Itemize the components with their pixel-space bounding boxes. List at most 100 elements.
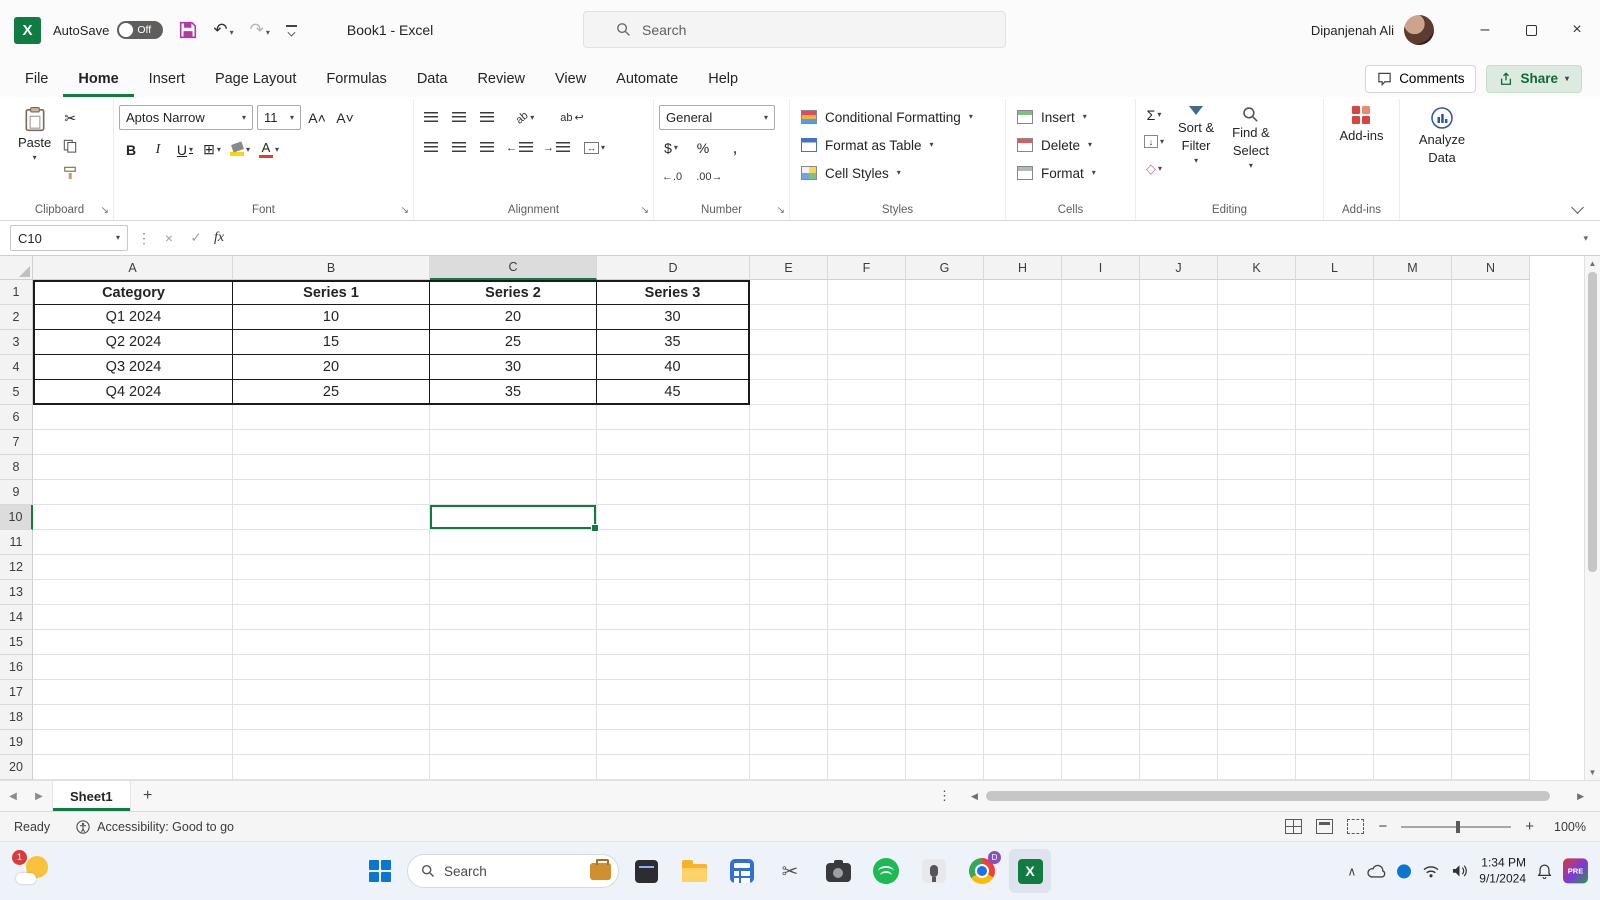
tab-view[interactable]: View — [540, 60, 601, 97]
save-button[interactable] — [179, 21, 197, 39]
align-right-button[interactable] — [475, 136, 499, 159]
row-header-20[interactable]: 20 — [0, 755, 33, 780]
cell-H6[interactable] — [984, 405, 1062, 430]
cell-J3[interactable] — [1140, 330, 1218, 355]
cell-H10[interactable] — [984, 505, 1062, 530]
wifi-icon[interactable] — [1422, 864, 1440, 878]
number-dialog-launcher-icon[interactable]: ↘ — [777, 205, 785, 216]
cell-I1[interactable] — [1062, 280, 1140, 305]
bold-button[interactable]: B — [119, 138, 143, 161]
cell-N11[interactable] — [1452, 530, 1530, 555]
taskbar-search-box[interactable]: Search — [407, 854, 619, 888]
cell-D1[interactable]: Series 3 — [597, 280, 750, 305]
cell-G7[interactable] — [906, 430, 984, 455]
cell-E4[interactable] — [750, 355, 828, 380]
cell-E15[interactable] — [750, 630, 828, 655]
cell-J20[interactable] — [1140, 755, 1218, 780]
find-select-button[interactable]: Find & Select ▾ — [1225, 101, 1277, 172]
cell-G13[interactable] — [906, 580, 984, 605]
cell-H14[interactable] — [984, 605, 1062, 630]
cell-B8[interactable] — [233, 455, 430, 480]
underline-button[interactable]: U▾ — [173, 138, 197, 161]
cell-H5[interactable] — [984, 380, 1062, 405]
cell-N7[interactable] — [1452, 430, 1530, 455]
scroll-right-icon[interactable]: ▶ — [1577, 791, 1584, 802]
row-header-13[interactable]: 13 — [0, 580, 33, 605]
row-header-2[interactable]: 2 — [0, 305, 33, 330]
cell-G8[interactable] — [906, 455, 984, 480]
cell-J17[interactable] — [1140, 680, 1218, 705]
cell-I18[interactable] — [1062, 705, 1140, 730]
insert-cells-button[interactable]: Insert ▾ — [1011, 103, 1102, 131]
cell-C14[interactable] — [430, 605, 597, 630]
cell-G4[interactable] — [906, 355, 984, 380]
cell-B16[interactable] — [233, 655, 430, 680]
taskbar-spotify[interactable] — [865, 849, 907, 893]
cell-H13[interactable] — [984, 580, 1062, 605]
cell-J19[interactable] — [1140, 730, 1218, 755]
cell-H20[interactable] — [984, 755, 1062, 780]
cell-L13[interactable] — [1296, 580, 1374, 605]
cell-B6[interactable] — [233, 405, 430, 430]
cell-D14[interactable] — [597, 605, 750, 630]
cell-K9[interactable] — [1218, 480, 1296, 505]
cell-K17[interactable] — [1218, 680, 1296, 705]
confirm-entry-button[interactable]: ✓ — [187, 230, 205, 246]
cell-G16[interactable] — [906, 655, 984, 680]
cell-J8[interactable] — [1140, 455, 1218, 480]
redo-button[interactable]: ↷ ▾ — [250, 20, 270, 40]
cell-J14[interactable] — [1140, 605, 1218, 630]
cell-B11[interactable] — [233, 530, 430, 555]
volume-icon[interactable] — [1451, 864, 1468, 879]
cell-E9[interactable] — [750, 480, 828, 505]
cell-C13[interactable] — [430, 580, 597, 605]
onedrive-icon[interactable] — [1367, 864, 1386, 878]
row-header-7[interactable]: 7 — [0, 430, 33, 455]
cell-L3[interactable] — [1296, 330, 1374, 355]
cell-L14[interactable] — [1296, 605, 1374, 630]
cell-F16[interactable] — [828, 655, 906, 680]
cell-F5[interactable] — [828, 380, 906, 405]
cell-B13[interactable] — [233, 580, 430, 605]
cell-I11[interactable] — [1062, 530, 1140, 555]
cell-L18[interactable] — [1296, 705, 1374, 730]
cell-F11[interactable] — [828, 530, 906, 555]
share-button[interactable]: Share ▾ — [1486, 65, 1582, 93]
cell-E16[interactable] — [750, 655, 828, 680]
cell-B19[interactable] — [233, 730, 430, 755]
column-header-G[interactable]: G — [906, 256, 984, 280]
clock[interactable]: 1:34 PM 9/1/2024 — [1479, 855, 1526, 886]
cell-J12[interactable] — [1140, 555, 1218, 580]
cell-F6[interactable] — [828, 405, 906, 430]
sort-filter-button[interactable]: Sort & Filter ▾ — [1171, 101, 1221, 167]
minimize-button[interactable]: – — [1462, 0, 1508, 60]
cell-M6[interactable] — [1374, 405, 1452, 430]
cell-C7[interactable] — [430, 430, 597, 455]
cell-A1[interactable]: Category — [33, 280, 233, 305]
cell-A8[interactable] — [33, 455, 233, 480]
expand-formula-bar-icon[interactable]: ▾ — [1583, 234, 1588, 243]
conditional-formatting-button[interactable]: Conditional Formatting ▾ — [795, 103, 979, 131]
row-header-14[interactable]: 14 — [0, 605, 33, 630]
font-size-combobox[interactable]: 11 ▾ — [257, 105, 301, 130]
cell-I16[interactable] — [1062, 655, 1140, 680]
cell-M19[interactable] — [1374, 730, 1452, 755]
cell-N18[interactable] — [1452, 705, 1530, 730]
zoom-level[interactable]: 100% — [1548, 820, 1586, 834]
next-sheet-button[interactable]: ▶ — [26, 781, 52, 811]
borders-button[interactable]: ⊞▾ — [200, 138, 224, 161]
cell-C3[interactable]: 25 — [430, 330, 597, 355]
zoom-slider[interactable] — [1401, 826, 1511, 828]
cell-D13[interactable] — [597, 580, 750, 605]
cell-N8[interactable] — [1452, 455, 1530, 480]
cell-L20[interactable] — [1296, 755, 1374, 780]
cell-K3[interactable] — [1218, 330, 1296, 355]
cell-N10[interactable] — [1452, 505, 1530, 530]
cell-B5[interactable]: 25 — [233, 380, 430, 405]
cell-A4[interactable]: Q3 2024 — [33, 355, 233, 380]
cell-G20[interactable] — [906, 755, 984, 780]
cell-K15[interactable] — [1218, 630, 1296, 655]
row-header-11[interactable]: 11 — [0, 530, 33, 555]
cell-A13[interactable] — [33, 580, 233, 605]
column-header-B[interactable]: B — [233, 256, 430, 280]
